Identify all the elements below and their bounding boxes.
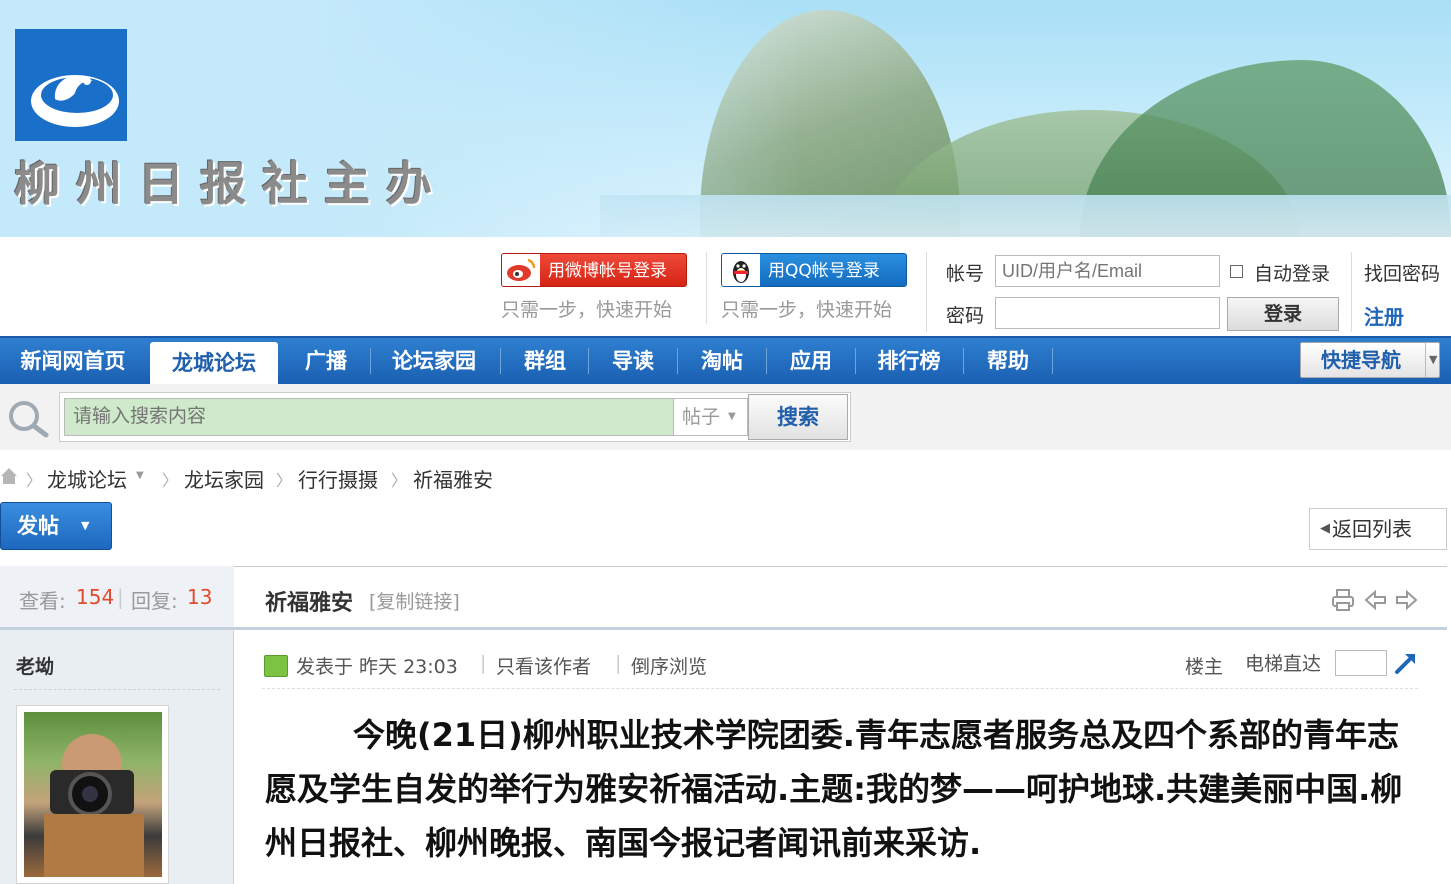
- previous-thread-icon[interactable]: [1364, 588, 1388, 612]
- site-logo[interactable]: [15, 29, 127, 141]
- jump-arrow-icon[interactable]: [1393, 650, 1419, 676]
- chevron-down-icon: ▼: [81, 519, 90, 532]
- thread-title: 祈福雅安: [265, 591, 354, 616]
- breadcrumb-arrow: 〉: [26, 471, 43, 490]
- qq-login-label: 用QQ帐号登录: [768, 261, 880, 281]
- elevator-input[interactable]: [1335, 650, 1387, 676]
- register-link[interactable]: 注册: [1364, 301, 1404, 330]
- divider: [706, 252, 707, 324]
- divider: [14, 689, 220, 691]
- password-label: 密码: [946, 305, 985, 327]
- stat-divider: |: [117, 585, 124, 609]
- nav-item-news-home[interactable]: 新闻网首页: [10, 338, 136, 384]
- login-button[interactable]: 登录: [1227, 297, 1339, 331]
- nav-item-broadcast[interactable]: 广播: [286, 338, 366, 384]
- password-input[interactable]: [995, 297, 1220, 329]
- home-icon[interactable]: [0, 466, 18, 486]
- qq-login-button[interactable]: 用QQ帐号登录: [721, 253, 907, 287]
- chevron-down-icon: ▼: [1429, 353, 1438, 366]
- new-post-button[interactable]: 发帖 ▼: [0, 502, 112, 550]
- breadcrumb-item[interactable]: 龙城论坛: [47, 464, 127, 493]
- nav-item-apps[interactable]: 应用: [772, 338, 850, 384]
- search-type-label: 帖子: [682, 406, 721, 428]
- user-online-icon: [264, 655, 288, 677]
- auto-login-label: 自动登录: [1254, 263, 1331, 285]
- floor-label: 楼主: [1185, 656, 1224, 678]
- auto-login-checkbox[interactable]: [1230, 265, 1243, 278]
- search-button[interactable]: 搜索: [748, 394, 848, 440]
- nav-item-ranking[interactable]: 排行榜: [861, 338, 957, 384]
- meta-divider: |: [615, 652, 622, 674]
- views-count: 154: [76, 585, 115, 609]
- breadcrumb-item[interactable]: 行行摄摄: [298, 464, 378, 493]
- views-label: 查看:: [19, 589, 66, 613]
- weibo-login-label: 用微博帐号登录: [548, 261, 667, 281]
- reverse-order-link[interactable]: 倒序浏览: [631, 652, 707, 679]
- nav-item-forum-home[interactable]: 论坛家园: [378, 338, 490, 384]
- nav-item-longcheng-forum[interactable]: 龙城论坛: [150, 342, 278, 386]
- weibo-icon: [502, 254, 540, 286]
- breadcrumb-arrow: 〉: [162, 471, 179, 490]
- account-label: 帐号: [946, 263, 985, 285]
- next-thread-icon[interactable]: [1394, 588, 1418, 612]
- weibo-note: 只需一步，快速开始: [501, 299, 673, 321]
- divider: [262, 688, 1418, 690]
- new-post-label: 发帖: [17, 514, 59, 538]
- search-icon: [4, 398, 50, 438]
- back-to-list-button[interactable]: ◀ 返回列表: [1309, 508, 1447, 550]
- account-input[interactable]: [995, 255, 1220, 287]
- breadcrumb-arrow: 〉: [391, 471, 408, 490]
- caret-left-icon: ◀: [1320, 521, 1330, 536]
- post-time: 发表于 昨天 23:03: [296, 656, 458, 678]
- main-nav: 新闻网首页 龙城论坛 广播 论坛家园 群组 导读 淘帖 应用 排行榜 帮助: [0, 336, 1451, 386]
- print-icon[interactable]: [1331, 588, 1355, 612]
- qq-penguin-icon: [722, 254, 760, 286]
- divider: [1351, 252, 1352, 332]
- author-name[interactable]: 老坳: [16, 652, 54, 679]
- quick-nav-button[interactable]: 快捷导航 ▼: [1300, 342, 1440, 378]
- weibo-login-button[interactable]: 用微博帐号登录: [501, 253, 687, 287]
- elevator-label: 电梯直达: [1245, 653, 1322, 675]
- qq-note: 只需一步，快速开始: [721, 299, 893, 321]
- replies-count: 13: [187, 585, 213, 609]
- divider: [926, 252, 927, 332]
- find-password-link[interactable]: 找回密码: [1364, 259, 1440, 286]
- chevron-down-icon: ▼: [728, 411, 736, 422]
- search-input[interactable]: [64, 398, 674, 436]
- back-to-list-label: 返回列表: [1332, 517, 1412, 541]
- nav-item-collections[interactable]: 淘帖: [683, 338, 761, 384]
- nav-item-guide[interactable]: 导读: [594, 338, 672, 384]
- replies-label: 回复:: [131, 589, 178, 613]
- search-type-select[interactable]: 帖子 ▼: [674, 398, 748, 436]
- chevron-down-icon[interactable]: ▼: [136, 470, 144, 481]
- quick-nav-label: 快捷导航: [1321, 348, 1401, 372]
- breadcrumb-item[interactable]: 龙坛家园: [184, 464, 264, 493]
- breadcrumb-current: 祈福雅安: [413, 468, 493, 492]
- nav-item-groups[interactable]: 群组: [506, 338, 584, 384]
- meta-divider: |: [480, 652, 487, 674]
- copy-link[interactable]: [复制链接]: [369, 587, 460, 614]
- breadcrumb-arrow: 〉: [276, 471, 293, 490]
- post-body: 今晚(21日)柳州职业技术学院团委.青年志愿者服务总及四个系部的青年志愿及学生自…: [265, 716, 1403, 862]
- avatar[interactable]: [24, 712, 162, 877]
- nav-item-help[interactable]: 帮助: [969, 338, 1047, 384]
- only-author-link[interactable]: 只看该作者: [496, 652, 591, 679]
- banner-title: 柳州日报社主办: [14, 157, 448, 211]
